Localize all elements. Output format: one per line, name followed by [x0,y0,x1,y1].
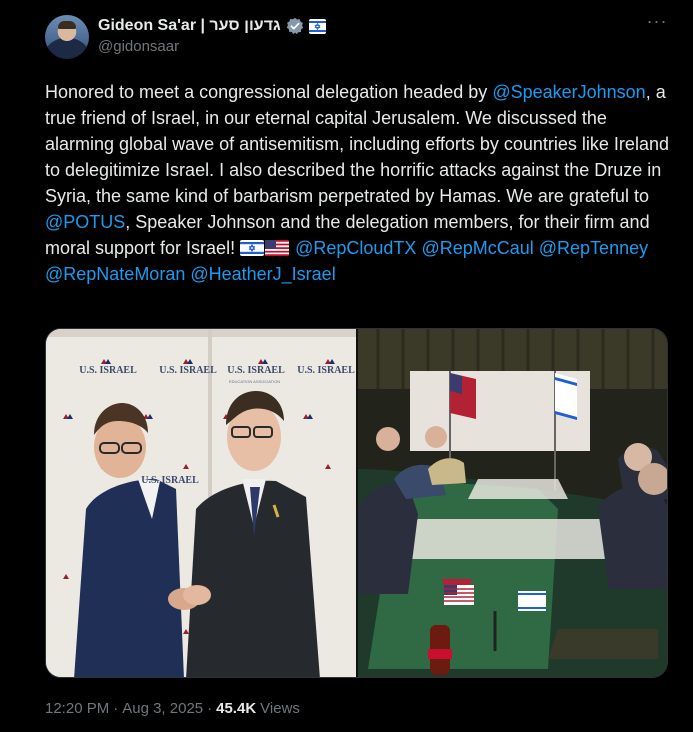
tweet-time[interactable]: 12:20 PM [45,700,109,717]
media-grid[interactable]: U.S. ISRAEL U.S. ISRAEL U.S. ISRAEL U.S.… [45,328,668,678]
meta-separator: · [113,700,119,717]
meeting-photo-illustration [358,329,667,677]
backdrop-logo-text: U.S. ISRAEL [297,365,355,376]
israel-flag-emoji-icon [240,240,265,256]
author-handle[interactable]: @gidonsaar [98,38,179,55]
mention-link[interactable]: @RepCloudTX [295,238,416,258]
mention-link[interactable]: @RepTenney [539,238,648,258]
author-avatar[interactable] [45,15,89,59]
tweet-text: Honored to meet a congressional delegati… [45,79,675,287]
photo-handshake[interactable]: U.S. ISRAEL U.S. ISRAEL U.S. ISRAEL U.S.… [46,329,356,677]
backdrop-logo-text: U.S. ISRAEL [141,475,199,486]
mention-link[interactable]: @SpeakerJohnson [492,82,645,102]
mention-link[interactable]: @HeatherJ_Israel [190,264,335,284]
tweet-date[interactable]: Aug 3, 2025 [122,700,203,717]
backdrop-subtitle: EDUCATION ASSOCIATION [229,379,281,384]
tweet-text-part: Honored to meet a congressional delegati… [45,82,493,102]
tweet-meta: 12:20 PM · Aug 3, 2025 · 45.4K Views [45,700,300,717]
author-display-name[interactable]: Gideon Sa'ar | גדעון סער [98,17,281,35]
backdrop-logo-text: U.S. ISRAEL [159,365,217,376]
handshake-photo-illustration [46,329,356,677]
verified-badge-icon[interactable] [286,17,304,35]
author-name-row: Gideon Sa'ar | גדעון סער [98,16,326,36]
meta-separator: · [207,700,213,717]
backdrop-logo-text: U.S. ISRAEL [79,365,137,376]
mention-link[interactable]: @POTUS [45,212,125,232]
photo-meeting[interactable] [358,329,667,677]
more-options-icon[interactable]: ··· [646,12,668,36]
views-label: Views [260,700,300,717]
backdrop-logo-text: U.S. ISRAEL [227,365,285,376]
views-count[interactable]: 45.4K [216,700,256,717]
tweet-card[interactable]: Gideon Sa'ar | גדעון סער @gidonsaar ··· … [0,0,693,732]
us-flag-emoji-icon [265,240,290,256]
mention-link[interactable]: @RepMcCaul [421,238,533,258]
israel-flag-badge-icon[interactable] [308,18,326,34]
mention-link[interactable]: @RepNateMoran [45,264,185,284]
